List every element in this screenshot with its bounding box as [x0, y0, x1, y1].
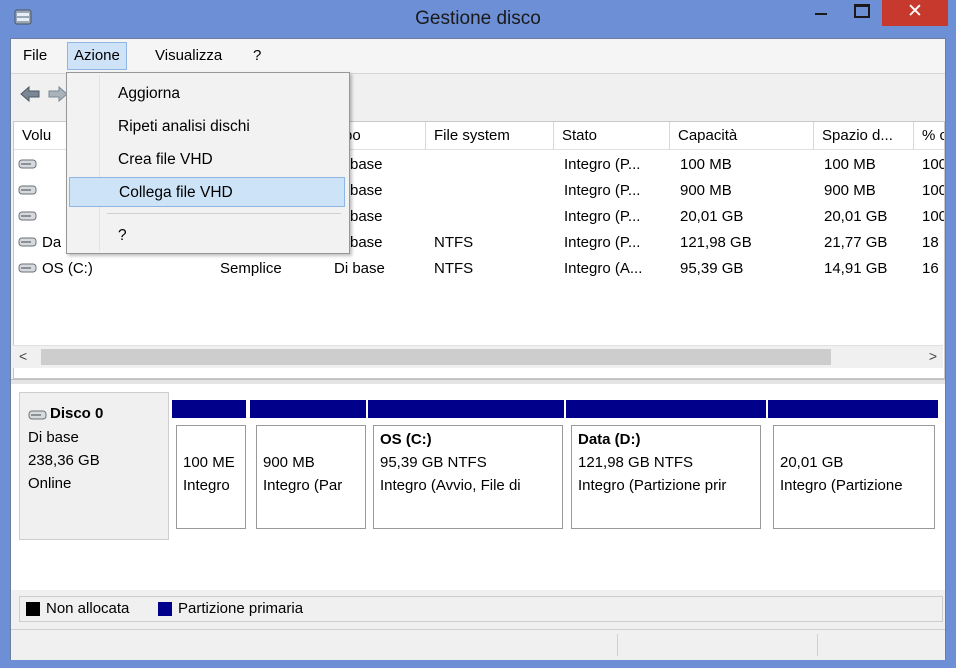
legend-unallocated: Non allocata	[46, 600, 130, 617]
cell-status: Integro (P...	[564, 234, 641, 251]
cell-capacity: 121,98 GB	[680, 234, 752, 251]
menu-bar: File Azione Visualizza ?	[11, 39, 945, 74]
column-header-file-system[interactable]: File system	[426, 122, 554, 150]
cell-type: Di base	[334, 260, 385, 277]
cell-status: Integro (P...	[564, 156, 641, 173]
primary-partition-swatch	[158, 602, 172, 616]
partition-system-reserved[interactable]: 100 ME Integro	[176, 425, 246, 529]
status-bar	[11, 629, 945, 660]
partition-header-bar	[768, 400, 938, 418]
partition-header-bar	[566, 400, 766, 418]
disk-size: 238,36 GB	[28, 452, 100, 469]
cell-status: Integro (A...	[564, 260, 643, 277]
disk-label[interactable]: Disco 0 Di base 238,36 GB Online	[19, 392, 169, 540]
menu-item-ripeti-analisi-dischi[interactable]: Ripeti analisi dischi	[69, 112, 345, 142]
legend: Non allocata Partizione primaria	[19, 596, 943, 622]
partition-size: 20,01 GB	[780, 454, 844, 471]
cell-type: base	[350, 156, 383, 173]
disk-name: Disco 0	[50, 405, 104, 422]
maximize-button[interactable]	[842, 0, 880, 26]
menu-item-help[interactable]: ?	[69, 221, 345, 251]
partition-header-bar	[250, 400, 366, 418]
cell-free-space: 21,77 GB	[824, 234, 888, 251]
partition-os-c[interactable]: OS (C:) 95,39 GB NTFS Integro (Avvio, Fi…	[373, 425, 563, 529]
partition-header-bar	[368, 400, 564, 418]
title-bar: Gestione disco ✕	[0, 0, 956, 38]
column-header-capacita[interactable]: Capacità	[670, 122, 814, 150]
cell-type: base	[350, 208, 383, 225]
cell-capacity: 900 MB	[680, 182, 732, 199]
cell-free-space: 20,01 GB	[824, 208, 888, 225]
disk-icon	[28, 410, 47, 420]
cell-volume-name: OS (C:)	[42, 260, 93, 277]
cell-layout: Semplice	[220, 260, 282, 277]
status-separator	[817, 634, 818, 656]
cell-status: Integro (P...	[564, 208, 641, 225]
disk-status: Online	[28, 475, 72, 492]
cell-capacity: 95,39 GB	[680, 260, 744, 277]
cell-file-system: NTFS	[434, 234, 474, 251]
partition-header-bar	[172, 400, 246, 418]
menu-file[interactable]: File	[17, 43, 53, 69]
cell-type: base	[350, 234, 383, 251]
partition-status: Integro (Avvio, File di	[380, 477, 521, 494]
cell-volume-name: Da	[42, 234, 62, 251]
partition-status: Integro	[183, 477, 230, 494]
partition-status: Integro (Par	[263, 477, 343, 494]
legend-primary-partition: Partizione primaria	[178, 600, 304, 617]
unallocated-swatch	[26, 602, 40, 616]
partition-recovery[interactable]: 900 MB Integro (Par	[256, 425, 366, 529]
partition-status: Integro (Partizione prir	[578, 477, 727, 494]
cell-percent-free: 16	[922, 260, 939, 277]
partition-size: 95,39 GB NTFS	[380, 454, 487, 471]
partition-size: 121,98 GB NTFS	[578, 454, 694, 471]
column-header-percent[interactable]: % c	[914, 122, 944, 150]
volume-drive-icon	[18, 211, 37, 221]
volume-drive-icon	[18, 237, 37, 247]
cell-percent-free: 100	[922, 156, 944, 173]
column-header-spazio[interactable]: Spazio d...	[814, 122, 914, 150]
menu-item-aggiorna[interactable]: Aggiorna	[69, 79, 345, 109]
cell-status: Integro (P...	[564, 182, 641, 199]
azione-dropdown-menu: Aggiorna Ripeti analisi dischi Crea file…	[66, 72, 350, 254]
menu-item-crea-file-vhd[interactable]: Crea file VHD	[69, 145, 345, 175]
close-button[interactable]: ✕	[882, 0, 948, 26]
column-header-stato[interactable]: Stato	[554, 122, 670, 150]
partition-title: Data (D:)	[578, 431, 641, 448]
partition-primary-4[interactable]: 20,01 GB Integro (Partizione	[773, 425, 935, 529]
back-arrow-icon[interactable]	[19, 84, 41, 104]
cell-free-space: 900 MB	[824, 182, 876, 199]
cell-free-space: 14,91 GB	[824, 260, 888, 277]
cell-percent-free: 18	[922, 234, 939, 251]
close-icon: ✕	[907, 1, 923, 22]
menu-separator	[107, 213, 341, 214]
volume-drive-icon	[18, 159, 37, 169]
cell-free-space: 100 MB	[824, 156, 876, 173]
disk-graphical-view: Disco 0 Di base 238,36 GB Online 100 ME …	[11, 384, 945, 590]
volume-drive-icon	[18, 263, 37, 273]
disk-type: Di base	[28, 429, 79, 446]
cell-file-system: NTFS	[434, 260, 474, 277]
menu-help[interactable]: ?	[247, 43, 267, 69]
cell-type: base	[350, 182, 383, 199]
scroll-left-arrow-icon[interactable]: <	[19, 348, 27, 364]
partition-title: OS (C:)	[380, 431, 432, 448]
status-separator	[617, 634, 618, 656]
volume-drive-icon	[18, 185, 37, 195]
menu-visualizza[interactable]: Visualizza	[149, 43, 228, 69]
scroll-right-arrow-icon[interactable]: >	[929, 348, 937, 364]
scrollbar-thumb[interactable]	[41, 349, 831, 365]
cell-capacity: 100 MB	[680, 156, 732, 173]
menu-item-collega-file-vhd[interactable]: Collega file VHD	[69, 177, 345, 207]
partition-size: 900 MB	[263, 454, 315, 471]
cell-capacity: 20,01 GB	[680, 208, 744, 225]
horizontal-scrollbar[interactable]: < >	[13, 345, 943, 368]
partition-data-d[interactable]: Data (D:) 121,98 GB NTFS Integro (Partiz…	[571, 425, 761, 529]
menu-azione[interactable]: Azione	[67, 42, 127, 70]
partition-status: Integro (Partizione	[780, 477, 903, 494]
minimize-button[interactable]	[800, 0, 842, 26]
partition-size: 100 ME	[183, 454, 235, 471]
cell-percent-free: 100	[922, 208, 944, 225]
cell-percent-free: 100	[922, 182, 944, 199]
